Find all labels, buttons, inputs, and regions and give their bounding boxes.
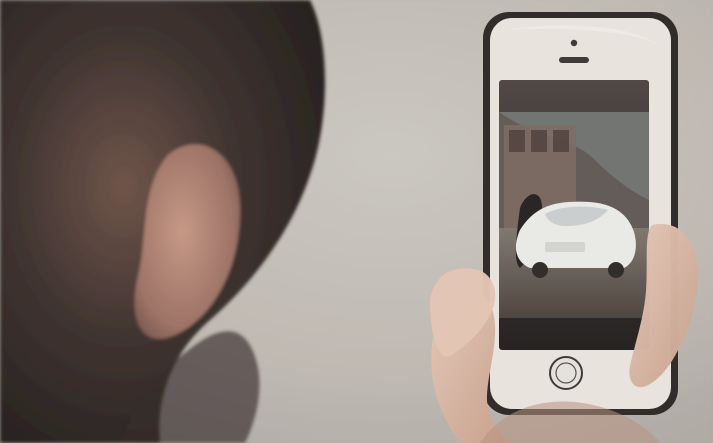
photo-canvas xyxy=(0,0,713,443)
softness-overlay xyxy=(0,0,713,443)
photo-scene xyxy=(0,0,713,443)
